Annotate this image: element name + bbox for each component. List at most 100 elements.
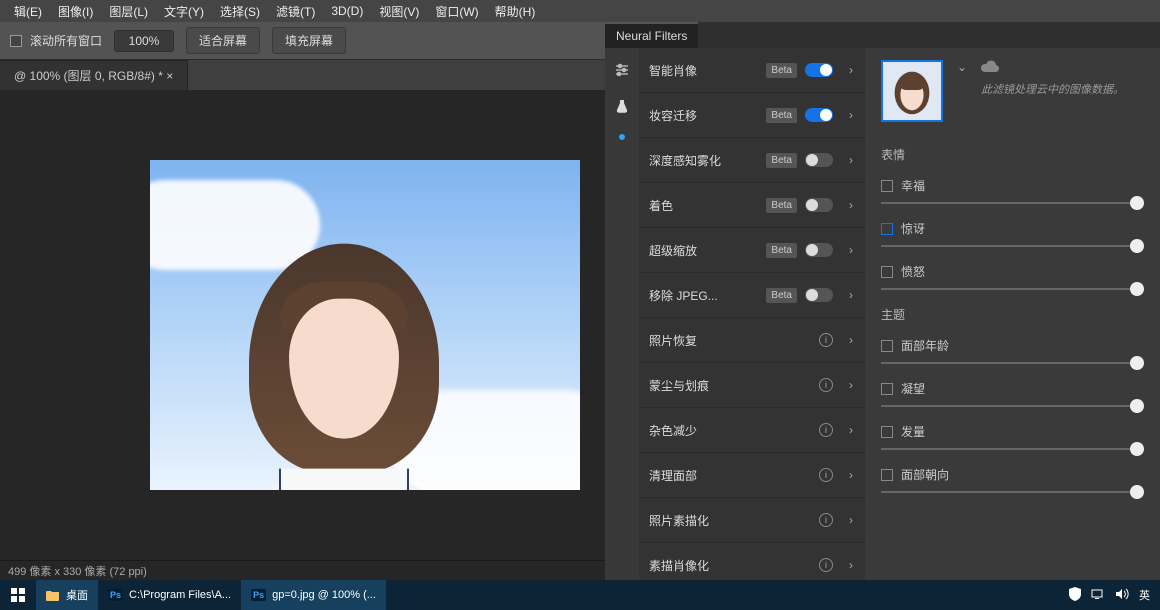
- system-tray: 英: [1059, 587, 1160, 604]
- slider-checkbox[interactable]: [881, 426, 893, 438]
- beta-badge: Beta: [766, 108, 797, 123]
- slider-track[interactable]: [881, 491, 1144, 493]
- menu-view[interactable]: 视图(V): [371, 1, 427, 22]
- info-icon[interactable]: i: [819, 513, 833, 527]
- slider-row: 幸福: [881, 177, 1144, 204]
- document-canvas[interactable]: [150, 160, 580, 490]
- document-tab[interactable]: @ 100% (图层 0, RGB/8#) * ×: [0, 60, 188, 90]
- scroll-all-windows-checkbox[interactable]: 滚动所有窗口: [10, 32, 102, 49]
- filter-row[interactable]: 超级缩放Beta ›: [639, 228, 865, 273]
- beta-badge: Beta: [766, 288, 797, 303]
- filter-label: 杂色减少: [649, 422, 819, 439]
- info-icon[interactable]: i: [819, 378, 833, 392]
- filter-row[interactable]: 蒙尘与划痕i›: [639, 363, 865, 408]
- filter-row[interactable]: 杂色减少i›: [639, 408, 865, 453]
- slider-checkbox[interactable]: [881, 266, 893, 278]
- filter-detail-panel: ⌄ 此滤镜处理云中的图像数据。 表情 幸福惊讶愤怒 主题 面部年龄凝望发量面部朝…: [865, 48, 1160, 580]
- taskbar-app-1[interactable]: Ps C:\Program Files\A...: [98, 580, 241, 610]
- zoom-input[interactable]: [114, 30, 174, 52]
- filter-label: 素描肖像化: [649, 557, 819, 574]
- folder-icon: [46, 589, 60, 601]
- slider-handle[interactable]: [1130, 196, 1144, 210]
- slider-handle[interactable]: [1130, 356, 1144, 370]
- volume-icon[interactable]: [1115, 588, 1129, 603]
- menu-edit[interactable]: 辑(E): [6, 1, 50, 22]
- chevron-right-icon: ›: [841, 513, 855, 527]
- slider-handle[interactable]: [1130, 442, 1144, 456]
- slider-checkbox[interactable]: [881, 180, 893, 192]
- slider-track[interactable]: [881, 202, 1144, 204]
- info-icon[interactable]: i: [819, 558, 833, 572]
- slider-label: 惊讶: [901, 220, 925, 237]
- filter-row[interactable]: 照片恢复i›: [639, 318, 865, 363]
- neural-filters-tab[interactable]: Neural Filters: [605, 22, 698, 48]
- menu-filter[interactable]: 滤镜(T): [268, 1, 323, 22]
- filter-label: 深度感知雾化: [649, 152, 766, 169]
- slider-track[interactable]: [881, 362, 1144, 364]
- slider-checkbox[interactable]: [881, 383, 893, 395]
- taskbar-desktop[interactable]: 桌面: [36, 580, 98, 610]
- filter-toggle[interactable]: [805, 153, 833, 167]
- filter-row[interactable]: 素描肖像化i›: [639, 543, 865, 580]
- chevron-right-icon: ›: [841, 468, 855, 482]
- slider-checkbox[interactable]: [881, 469, 893, 481]
- filter-label: 妆容迁移: [649, 107, 766, 124]
- ime-indicator[interactable]: 英: [1139, 587, 1150, 603]
- info-icon[interactable]: i: [819, 423, 833, 437]
- filter-row[interactable]: 深度感知雾化Beta›: [639, 138, 865, 183]
- menu-3d[interactable]: 3D(D): [323, 2, 371, 20]
- slider-track[interactable]: [881, 245, 1144, 247]
- fill-screen-button[interactable]: 填充屏幕: [272, 27, 346, 54]
- start-button[interactable]: [0, 588, 36, 602]
- security-icon[interactable]: [1069, 587, 1081, 604]
- filter-toggle[interactable]: [805, 288, 833, 302]
- menu-select[interactable]: 选择(S): [212, 1, 268, 22]
- filter-row[interactable]: 着色Beta›: [639, 183, 865, 228]
- filter-list[interactable]: 智能肖像Beta›妆容迁移Beta›深度感知雾化Beta›着色Beta›超级缩放…: [639, 48, 865, 580]
- slider-track[interactable]: [881, 448, 1144, 450]
- chevron-right-icon: ›: [841, 378, 855, 392]
- taskbar-app-2[interactable]: Ps gp=0.jpg @ 100% (...: [241, 580, 386, 610]
- slider-checkbox[interactable]: [881, 223, 893, 235]
- filter-toggle[interactable]: [805, 243, 833, 257]
- slider-handle[interactable]: [1130, 399, 1144, 413]
- menu-layer[interactable]: 图层(L): [101, 1, 156, 22]
- filter-row[interactable]: 移除 JPEG...Beta›: [639, 273, 865, 318]
- menu-help[interactable]: 帮助(H): [487, 1, 544, 22]
- info-icon[interactable]: i: [819, 468, 833, 482]
- filter-toggle[interactable]: [805, 198, 833, 212]
- slider-track[interactable]: [881, 405, 1144, 407]
- fit-screen-button[interactable]: 适合屏幕: [186, 27, 260, 54]
- chevron-right-icon: ›: [841, 63, 855, 77]
- network-icon[interactable]: [1091, 588, 1105, 603]
- filter-label: 移除 JPEG...: [649, 287, 766, 304]
- flask-icon[interactable]: [614, 98, 630, 114]
- slider-track[interactable]: [881, 288, 1144, 290]
- menu-image[interactable]: 图像(I): [50, 1, 101, 22]
- beta-badge: Beta: [766, 243, 797, 258]
- face-thumbnail[interactable]: [881, 60, 943, 122]
- taskbar-desktop-label: 桌面: [66, 587, 88, 603]
- ps-icon: Ps: [108, 589, 123, 601]
- cloud-notice: 此滤镜处理云中的图像数据。: [981, 81, 1144, 97]
- chevron-down-icon[interactable]: ⌄: [957, 60, 967, 74]
- slider-handle[interactable]: [1130, 485, 1144, 499]
- menu-text[interactable]: 文字(Y): [156, 1, 212, 22]
- filter-row[interactable]: 清理面部i›: [639, 453, 865, 498]
- slider-handle[interactable]: [1130, 282, 1144, 296]
- chevron-right-icon: ›: [841, 108, 855, 122]
- menu-bar: 辑(E) 图像(I) 图层(L) 文字(Y) 选择(S) 滤镜(T) 3D(D)…: [0, 0, 1160, 22]
- slider-checkbox[interactable]: [881, 340, 893, 352]
- beta-badge: Beta: [766, 63, 797, 78]
- filter-row[interactable]: 智能肖像Beta›: [639, 48, 865, 93]
- chevron-right-icon: ›: [841, 243, 855, 257]
- sliders-icon[interactable]: [614, 62, 630, 78]
- filter-row[interactable]: 照片素描化i›: [639, 498, 865, 543]
- slider-handle[interactable]: [1130, 239, 1144, 253]
- filter-toggle[interactable]: [805, 108, 833, 122]
- info-icon[interactable]: i: [819, 333, 833, 347]
- filter-label: 超级缩放: [649, 242, 766, 259]
- menu-window[interactable]: 窗口(W): [427, 1, 486, 22]
- filter-toggle[interactable]: [805, 63, 833, 77]
- filter-row[interactable]: 妆容迁移Beta ›: [639, 93, 865, 138]
